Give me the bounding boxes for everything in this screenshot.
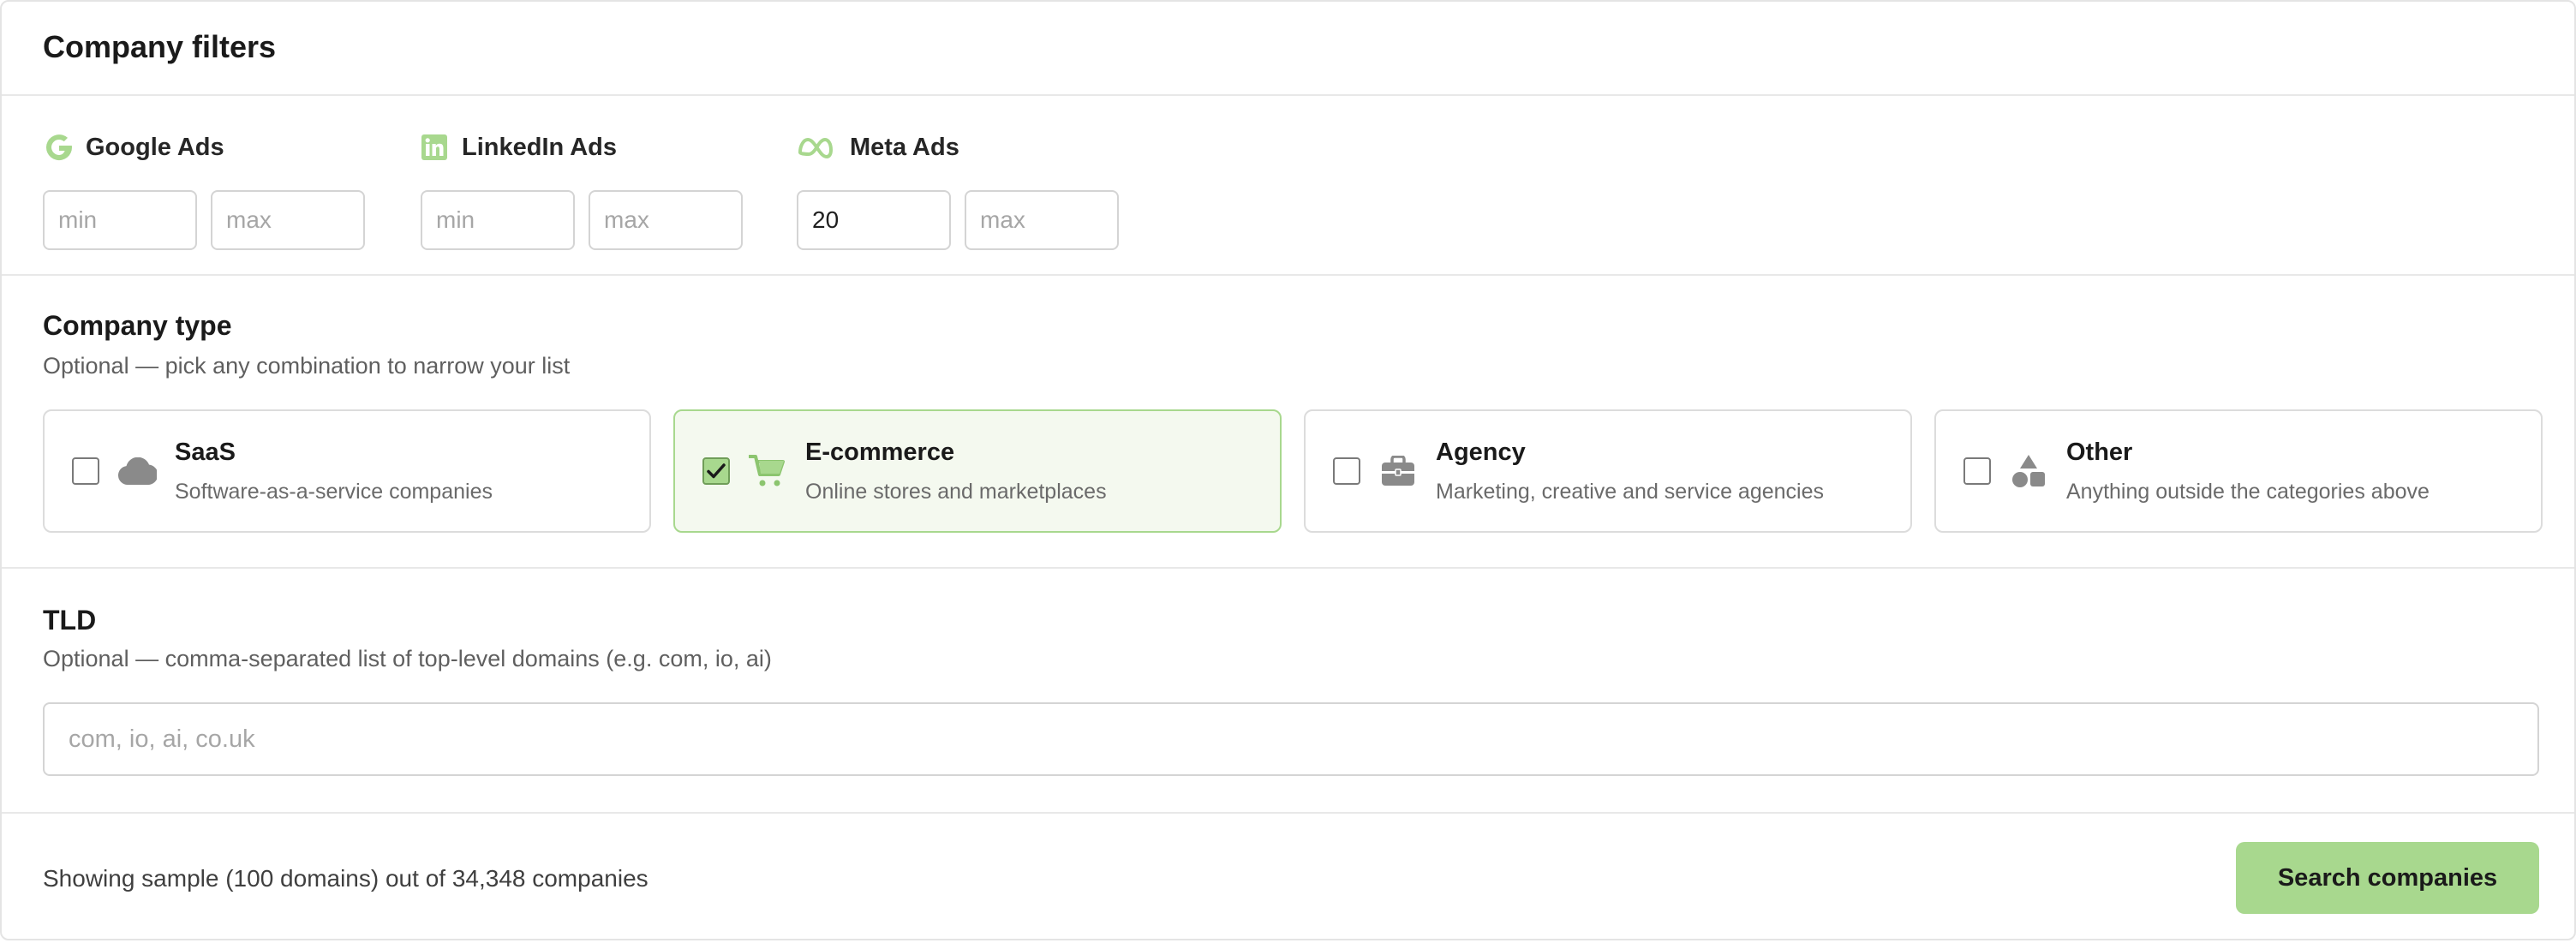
- company-type-section: Company type Optional — pick any combina…: [2, 276, 2574, 569]
- company-type-card-other[interactable]: Other Anything outside the categories ab…: [1934, 409, 2543, 533]
- checkmark-icon: [707, 463, 726, 479]
- cloud-icon: [117, 452, 158, 490]
- company-type-title: Company type: [43, 310, 232, 341]
- google-ads-max-input[interactable]: [211, 190, 365, 250]
- google-ads-min-input[interactable]: [43, 190, 197, 250]
- agency-title: Agency: [1436, 439, 1526, 466]
- meta-ads-max-input[interactable]: [965, 190, 1119, 250]
- linkedin-ads-min-input[interactable]: [421, 190, 575, 250]
- tld-section: TLD Optional — comma-separated list of t…: [2, 569, 2574, 814]
- ads-filters: Google Ads LinkedIn Ads: [2, 96, 2574, 276]
- briefcase-icon: [1378, 452, 1419, 490]
- other-checkbox[interactable]: [1963, 457, 1991, 485]
- ecommerce-checkbox[interactable]: [702, 457, 730, 485]
- panel-header: Company filters: [2, 2, 2574, 96]
- search-companies-button[interactable]: Search companies: [2236, 842, 2539, 914]
- meta-ads-label: Meta Ads: [850, 133, 959, 161]
- tld-title: TLD: [43, 605, 97, 636]
- page-title: Company filters: [43, 29, 277, 64]
- saas-title: SaaS: [175, 439, 236, 466]
- linkedin-ads-max-input[interactable]: [589, 190, 743, 250]
- company-type-card-agency[interactable]: Agency Marketing, creative and service a…: [1304, 409, 1912, 533]
- company-type-card-ecommerce[interactable]: E-commerce Online stores and marketplace…: [673, 409, 1282, 533]
- saas-description: Software-as-a-service companies: [175, 480, 493, 504]
- google-icon: [43, 131, 75, 164]
- linkedin-icon: [421, 131, 448, 164]
- tld-subtitle: Optional — comma-separated list of top-l…: [43, 646, 772, 671]
- company-type-subtitle: Optional — pick any combination to narro…: [43, 353, 571, 379]
- company-type-options: SaaS Software-as-a-service companies E-c…: [43, 409, 2543, 533]
- google-ads-filter: Google Ads: [43, 130, 365, 250]
- meta-ads-filter: Meta Ads: [797, 130, 1119, 250]
- saas-checkbox[interactable]: [72, 457, 99, 485]
- linkedin-ads-filter: LinkedIn Ads: [421, 130, 743, 250]
- linkedin-ads-label: LinkedIn Ads: [462, 133, 617, 161]
- cart-icon: [747, 452, 788, 490]
- agency-description: Marketing, creative and service agencies: [1436, 480, 1825, 504]
- other-title: Other: [2066, 439, 2133, 466]
- panel-footer: Showing sample (100 domains) out of 34,3…: [2, 814, 2574, 939]
- tld-input[interactable]: [43, 702, 2539, 776]
- shapes-icon: [2008, 452, 2049, 490]
- other-description: Anything outside the categories above: [2066, 480, 2430, 504]
- results-summary: Showing sample (100 domains) out of 34,3…: [43, 865, 648, 892]
- google-ads-label: Google Ads: [86, 133, 224, 161]
- ecommerce-title: E-commerce: [805, 439, 955, 466]
- meta-icon: [797, 131, 838, 164]
- meta-ads-min-input[interactable]: [797, 190, 951, 250]
- ecommerce-description: Online stores and marketplaces: [805, 480, 1107, 504]
- company-type-card-saas[interactable]: SaaS Software-as-a-service companies: [43, 409, 651, 533]
- company-filters-panel: Company filters Google Ads min max Linke…: [0, 0, 2576, 940]
- agency-checkbox[interactable]: [1333, 457, 1360, 485]
